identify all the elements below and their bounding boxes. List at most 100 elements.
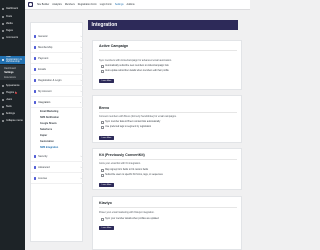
card-description: Power your email marketing with Klaviyo … bbox=[99, 211, 155, 214]
wp-menu-plugins[interactable]: Plugins 1 bbox=[0, 90, 25, 96]
chevron-right-icon: › bbox=[80, 155, 82, 159]
wp-menu-settings[interactable]: Settings bbox=[0, 111, 25, 117]
dashboard-icon bbox=[1, 7, 5, 10]
wp-menu-users[interactable]: Users bbox=[0, 97, 25, 103]
wp-submenu-extensions[interactable]: Extensions bbox=[0, 75, 25, 79]
learn-more-button[interactable]: Learn More bbox=[99, 136, 114, 140]
integration-card-activecampaign: Active Campaign Sync members with Active… bbox=[92, 40, 242, 90]
chevron-right-icon: › bbox=[80, 68, 82, 72]
integration-card-kit: Kit (Previously ConvertKit) Grow your em… bbox=[92, 148, 242, 190]
card-option[interactable]: Sync your member details when profiles a… bbox=[101, 218, 159, 221]
settings-nav-license[interactable]: License › bbox=[31, 175, 84, 184]
card-title: Active Campaign bbox=[99, 44, 129, 48]
integration-card-brevo: Brevo Connect members with Brevo (former… bbox=[92, 95, 242, 143]
advanced-icon bbox=[33, 166, 37, 170]
settings-nav-integration[interactable]: Integration ⌄ bbox=[31, 99, 84, 108]
settings-nav-advanced[interactable]: Advanced › bbox=[31, 164, 84, 173]
wp-menu-appearance[interactable]: Appearance bbox=[0, 83, 25, 89]
wp-menu-pages[interactable]: Pages bbox=[0, 28, 25, 34]
wp-menu-dashboard[interactable]: Dashboard bbox=[0, 6, 25, 12]
settings-nav-sms-integration[interactable]: SMS Integration bbox=[31, 145, 84, 150]
settings-nav-salesforce[interactable]: Salesforce bbox=[31, 127, 84, 132]
settings-nav-payment[interactable]: Payment › bbox=[31, 55, 84, 64]
appearance-icon bbox=[1, 84, 5, 87]
card-title: Brevo bbox=[99, 106, 110, 110]
posts-icon bbox=[1, 15, 5, 18]
card-description: Connect members with Brevo (formerly Sen… bbox=[99, 115, 177, 118]
settings-nav-security[interactable]: Security › bbox=[31, 153, 84, 162]
checkbox[interactable] bbox=[101, 65, 104, 68]
wp-menu-comments[interactable]: Comments bbox=[0, 35, 25, 41]
settings-nav-membership[interactable]: Membership › bbox=[31, 44, 84, 53]
page-title-bar: Integration bbox=[88, 20, 238, 30]
top-nav-site-builder[interactable]: Site Builder bbox=[37, 3, 49, 6]
users-icon bbox=[1, 98, 5, 101]
wp-menu-posts[interactable]: Posts bbox=[0, 14, 25, 20]
payment-icon bbox=[33, 57, 37, 61]
card-option[interactable]: Use preferred tags to segment by registr… bbox=[101, 126, 151, 129]
collapse-icon bbox=[1, 119, 5, 122]
settings-nav-my-account[interactable]: My Account › bbox=[31, 88, 84, 97]
integration-card-klaviyo: Klaviyo Power your email marketing with … bbox=[92, 196, 242, 250]
settings-nav-sms-notification[interactable]: SMS Notification bbox=[31, 115, 84, 120]
pages-icon bbox=[1, 29, 5, 32]
chevron-down-icon: ⌄ bbox=[79, 101, 82, 105]
chevron-right-icon: › bbox=[80, 35, 82, 39]
card-option[interactable]: Auto-update subscriber details when memb… bbox=[101, 70, 169, 73]
settings-icon bbox=[1, 112, 5, 115]
settings-nav-emails[interactable]: Emails › bbox=[31, 66, 84, 75]
card-option[interactable]: Subscribe users to specific Kit forms, t… bbox=[101, 174, 163, 177]
top-nav-settings[interactable]: Settings bbox=[115, 3, 124, 6]
top-nav-registration-form[interactable]: Registration Form bbox=[78, 3, 97, 6]
license-icon bbox=[33, 177, 37, 181]
learn-more-button[interactable]: Learn More bbox=[99, 226, 114, 230]
card-title: Klaviyo bbox=[99, 201, 112, 205]
chevron-right-icon: › bbox=[80, 79, 82, 83]
checkbox[interactable] bbox=[101, 174, 104, 177]
checkbox[interactable] bbox=[101, 70, 104, 73]
checkbox[interactable] bbox=[101, 169, 104, 172]
media-icon bbox=[1, 22, 5, 25]
settings-nav-google-sheets[interactable]: Google Sheets bbox=[31, 121, 84, 126]
top-nav-login-form[interactable]: Login Form bbox=[100, 3, 112, 6]
chevron-right-icon: › bbox=[80, 166, 82, 170]
learn-more-button[interactable]: Learn More bbox=[99, 183, 114, 187]
membership-icon bbox=[33, 46, 37, 50]
settings-nav-registration-login[interactable]: Registration & Login › bbox=[31, 77, 84, 86]
settings-nav-zapier[interactable]: Zapier bbox=[31, 133, 84, 138]
wp-menu-tools[interactable]: Tools bbox=[0, 104, 25, 110]
wp-menu-user-registration[interactable]: User Registration & Membership bbox=[0, 56, 25, 64]
top-nav-members[interactable]: Members bbox=[65, 3, 75, 6]
plugin-logo-icon[interactable] bbox=[27, 1, 33, 8]
security-icon bbox=[33, 155, 37, 159]
card-description: Sync members with ActiveCampaign for adv… bbox=[99, 59, 172, 62]
chevron-right-icon: › bbox=[80, 177, 82, 181]
settings-nav-general[interactable]: General › bbox=[31, 33, 84, 42]
plugins-update-badge: 1 bbox=[14, 91, 17, 94]
registration-login-icon bbox=[33, 79, 37, 83]
chevron-right-icon: › bbox=[80, 46, 82, 50]
email-icon bbox=[33, 68, 37, 72]
wp-menu-collapse[interactable]: Collapse menu bbox=[0, 118, 25, 124]
checkbox[interactable] bbox=[101, 126, 104, 129]
top-nav-addons[interactable]: Addons bbox=[127, 3, 135, 6]
chevron-right-icon: › bbox=[80, 90, 82, 94]
top-nav: Site Builder Analytics Members Registrat… bbox=[37, 3, 138, 6]
settings-nav: General › Membership › Payment › Emails › Re… bbox=[30, 22, 84, 242]
tools-icon bbox=[1, 105, 5, 108]
my-account-icon bbox=[33, 90, 37, 94]
learn-more-button[interactable]: Learn More bbox=[99, 79, 114, 83]
top-nav-analytics[interactable]: Analytics bbox=[52, 3, 62, 6]
checkbox[interactable] bbox=[101, 121, 104, 124]
plugin-top-bar: Site Builder Analytics Members Registrat… bbox=[25, 0, 250, 10]
wp-menu-media[interactable]: Media bbox=[0, 21, 25, 27]
settings-nav-geolocation[interactable]: Geolocation bbox=[31, 139, 84, 144]
settings-nav-email-marketing[interactable]: Email Marketing bbox=[31, 109, 84, 114]
card-option[interactable]: Map signup form fields to Kit custom fie… bbox=[101, 169, 148, 172]
card-option[interactable]: Automatically subscribe new members to A… bbox=[101, 65, 169, 68]
plugins-icon bbox=[1, 91, 5, 94]
checkbox[interactable] bbox=[101, 218, 104, 221]
wp-admin-sidebar: Dashboard Posts Media Pages Comments Use… bbox=[0, 0, 25, 250]
user-registration-icon bbox=[1, 58, 5, 62]
card-option[interactable]: Sync member data to Brevo contact lists … bbox=[101, 121, 160, 124]
